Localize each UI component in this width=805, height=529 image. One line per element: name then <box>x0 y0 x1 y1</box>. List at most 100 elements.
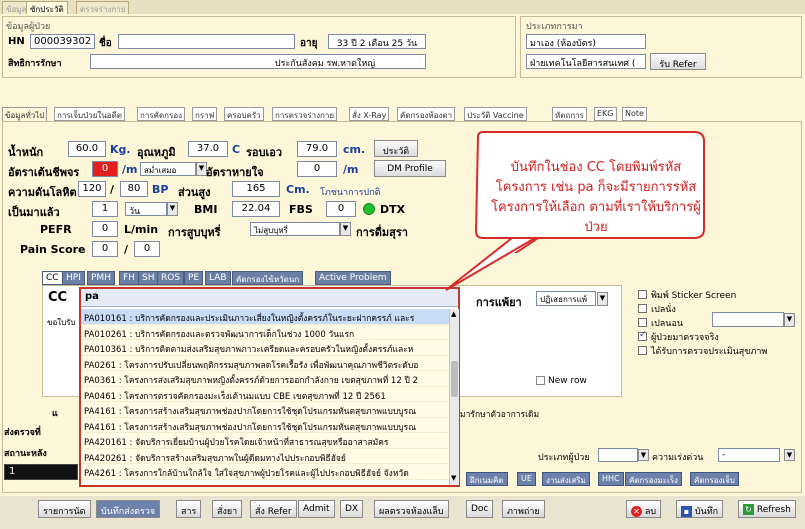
visit-type-field[interactable]: มาเอง (ห้องบัตร) <box>526 34 646 49</box>
tab-procedure[interactable]: หัตถการ <box>552 107 587 121</box>
action-btn-hhc[interactable]: HHC <box>598 472 624 486</box>
suggestion-item[interactable]: PA0261 : โครงการปรับเปลี่ยนพฤติกรรมสุขภา… <box>81 355 449 371</box>
suggestion-item[interactable]: PA010361 : บริการติดตามส่งเสริมสุขภาพภาว… <box>81 340 449 356</box>
subtab-pe[interactable]: PE <box>184 271 204 285</box>
new-row-checkbox[interactable] <box>536 376 545 385</box>
department-field[interactable]: ฝ่ายเทคโนโลยีสารสนเทศ ( <box>526 54 646 69</box>
history-button[interactable]: ประวัติ <box>374 140 418 157</box>
cc-search-input[interactable]: pa <box>81 289 458 307</box>
suggestion-item[interactable]: PA4161 : โครงการสร้างเสริมสุขภาพช่องปากโ… <box>81 402 449 418</box>
subtab-fh[interactable]: FH <box>119 271 139 285</box>
refer-button[interactable]: รับ Refer <box>650 53 706 70</box>
resp-field[interactable]: 0 <box>297 161 337 177</box>
action-btn-screen[interactable]: คัดกรองเจ็บ <box>690 472 739 486</box>
name-label: ชื่อ <box>99 38 112 49</box>
urgency-dropdown-icon[interactable]: ▼ <box>784 449 795 461</box>
subtab-lab[interactable]: LAB <box>205 271 231 285</box>
name-field[interactable] <box>118 34 295 49</box>
subtab-bird-flu[interactable]: คัดกรองไข้หวัดนก <box>232 271 304 285</box>
height-field[interactable]: 165 <box>232 181 280 197</box>
suggestion-item[interactable]: PA0461 : โครงการตรวจคัดกรองมะเร็งเต้านมแ… <box>81 386 449 402</box>
suggestion-item[interactable]: PA420261 : จัดบริการสร้างเสริมสุขภาพในผู… <box>81 448 449 464</box>
btn-send-exam[interactable]: บันทึกส่งตรวจ <box>96 500 161 518</box>
scroll-down-icon[interactable]: ▼ <box>451 474 458 483</box>
top-tab-history[interactable]: ซักประวัติ <box>26 1 68 14</box>
pulse-rhythm-select[interactable]: สม่ำเสมอ <box>140 162 196 176</box>
bp-diastolic-field[interactable]: 80 <box>120 181 148 197</box>
tab-note[interactable]: Note <box>622 107 647 121</box>
suggestion-item[interactable]: PA010161 : บริการคัดกรองและประเมินภาวะเส… <box>81 309 449 325</box>
onset-field[interactable]: 1 <box>92 201 118 217</box>
suggestion-scrollbar[interactable]: ▲ ▼ <box>449 309 459 485</box>
allergy-dropdown-icon[interactable]: ▼ <box>597 292 608 306</box>
btn-dx[interactable]: DX <box>340 500 364 518</box>
btn-order-drug[interactable]: สั่งยา <box>212 500 243 518</box>
suggestion-item[interactable]: PA4261 : โครงการใกล้บ้านใกล้ใจ ใส่ใจสุขภ… <box>81 464 449 480</box>
action-btn-ue[interactable]: UE <box>517 472 536 486</box>
subtab-ros[interactable]: ROS <box>157 271 185 285</box>
opt4-checkbox[interactable] <box>638 346 647 355</box>
onset-unit-dropdown-icon[interactable]: ▼ <box>167 202 178 216</box>
waist-field[interactable]: 79.0 <box>297 141 337 157</box>
tab-physical-exam[interactable]: การตรวจร่างกาย <box>272 107 338 121</box>
tab-graph[interactable]: กราฟ <box>192 107 218 121</box>
smoke-select[interactable]: ไม่สูบบุหรี่ <box>250 222 340 236</box>
opt2-select[interactable] <box>712 312 784 327</box>
suggestion-item[interactable]: PA420161 : จัดบริการเยี่ยมบ้านผู้ป่วยโรค… <box>81 433 449 449</box>
scroll-up-icon[interactable]: ▲ <box>451 310 458 319</box>
opt2-dropdown-icon[interactable]: ▼ <box>784 313 795 327</box>
tab-screening[interactable]: การคัดกรอง <box>137 107 186 121</box>
subtab-pmh[interactable]: PMH <box>87 271 115 285</box>
patient-type-select[interactable] <box>598 448 638 462</box>
pulse-field[interactable]: 0 <box>92 161 118 177</box>
tab-general[interactable]: ข้อมูลทั่วไป <box>2 107 48 121</box>
weight-field[interactable]: 60.0 <box>68 141 106 157</box>
pain-field[interactable]: 0 <box>92 241 118 257</box>
opt1-checkbox[interactable] <box>638 304 647 313</box>
btn-lab-results[interactable]: ผลตรวจห้องแล็บ <box>374 500 449 518</box>
tab-ekg[interactable]: EKG <box>594 107 617 121</box>
subtab-hpi[interactable]: HPI <box>62 271 85 285</box>
btn-delete[interactable]: ✕ ลบ <box>626 500 662 518</box>
action-btn-1[interactable]: ฝึกเนมคิด <box>466 472 508 486</box>
hn-field[interactable]: 000039302 <box>30 34 95 49</box>
left-counter: 1 <box>4 464 78 480</box>
btn-substance[interactable]: สาร <box>176 500 202 518</box>
patient-type-dropdown-icon[interactable]: ▼ <box>638 449 649 461</box>
suggestion-item[interactable]: PA4161 : โครงการสร้างเสริมสุขภาพช่องปากโ… <box>81 417 449 433</box>
tab-family[interactable]: ครอบครัว <box>224 107 264 121</box>
action-btn-promotion[interactable]: งานส่งเสริม <box>542 472 590 486</box>
tab-past-illness[interactable]: การเจ็บป่วยในอดีต <box>54 107 125 121</box>
subtab-sh[interactable]: SH <box>138 271 159 285</box>
urgency-select[interactable]: - <box>718 448 780 462</box>
btn-save[interactable]: ▪ บันทึก <box>676 500 724 518</box>
sticker-checkbox[interactable] <box>638 290 647 299</box>
top-tab-exam[interactable]: ตรวจร่างกาย <box>76 1 130 14</box>
btn-refer[interactable]: สั่ง Refer <box>250 500 297 518</box>
btn-refresh[interactable]: ↻ Refresh <box>738 500 796 518</box>
onset-unit-select[interactable]: วัน <box>125 202 167 216</box>
temp-field[interactable]: 37.0 <box>188 141 228 157</box>
suggestion-item[interactable]: PA010261 : บริการคัดกรองและตรวจพัฒนาการเ… <box>81 324 449 340</box>
fbs-field[interactable]: 0 <box>326 201 356 217</box>
btn-photo[interactable]: ภาพถ่าย <box>502 500 545 518</box>
tab-xray[interactable]: สั่ง X-Ray <box>349 107 390 121</box>
opt3-checkbox[interactable] <box>638 330 647 341</box>
btn-doc[interactable]: Doc <box>466 500 494 518</box>
scroll-thumb[interactable] <box>451 361 458 397</box>
opt2-checkbox[interactable] <box>638 318 647 327</box>
smoke-dropdown-icon[interactable]: ▼ <box>340 222 351 236</box>
tab-eye-screening[interactable]: คัดกรองห้องตา <box>397 107 456 121</box>
tab-vaccine[interactable]: ประวัติ Vaccine <box>464 107 527 121</box>
bp-systolic-field[interactable]: 120 <box>78 181 106 197</box>
subtab-cc[interactable]: CC <box>42 271 63 285</box>
subtab-active-problem[interactable]: Active Problem <box>315 271 391 285</box>
dm-profile-button[interactable]: DM Profile <box>374 160 446 177</box>
pefr-field[interactable]: 0 <box>92 221 118 237</box>
btn-appointments[interactable]: รายการนัด <box>38 500 91 518</box>
rights-field[interactable]: ประกันสังคม รพ.หาดใหญ่ <box>90 54 426 69</box>
btn-admit[interactable]: Admit <box>298 500 335 518</box>
suggestion-item[interactable]: PA0361 : โครงการส่งเสริมสุขภาพหญิงตั้งคร… <box>81 371 449 387</box>
action-btn-cancer[interactable]: คัดกรองมะเร็ง <box>625 472 682 486</box>
main-tabs: ข้อมูลทั่วไป การเจ็บป่วยในอดีต การคัดกรอ… <box>2 107 802 121</box>
